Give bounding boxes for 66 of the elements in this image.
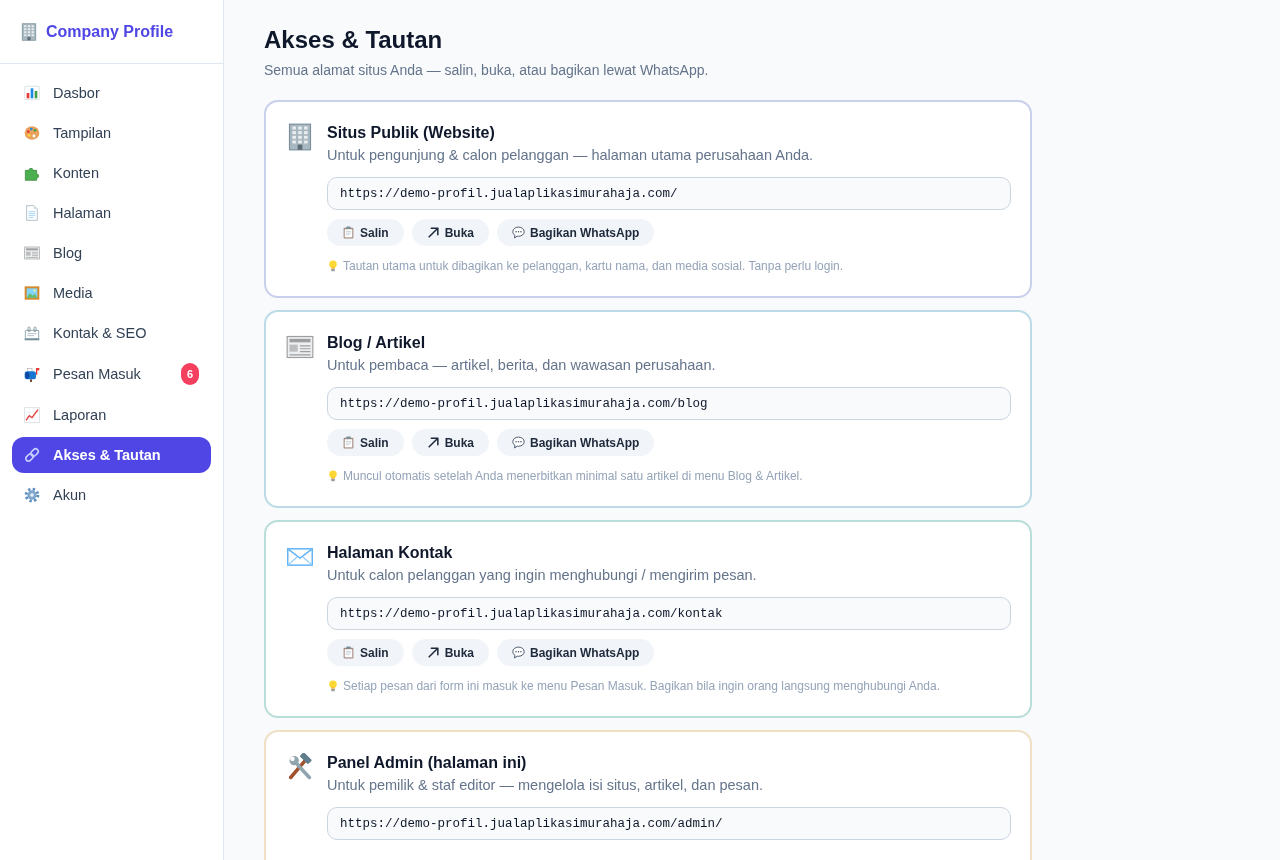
sidebar-nav-item[interactable]: Tampilan (12, 115, 211, 151)
framed-picture-icon (24, 285, 40, 301)
palette-icon (24, 125, 40, 141)
arrow-icon (426, 226, 440, 239)
light-bulb-icon (327, 260, 339, 272)
copy-button[interactable]: Salin (327, 429, 404, 456)
document-icon (24, 205, 40, 221)
office-building-icon (286, 123, 314, 151)
sidebar-nav-item[interactable]: Akses & Tautan (12, 437, 211, 473)
page-subtitle: Semua alamat situs Anda — salin, buka, atau bagikan lewat WhatsApp. (264, 61, 710, 80)
clipboard-icon (342, 226, 355, 239)
share-whatsapp-button[interactable]: Bagikan WhatsApp (497, 219, 655, 246)
open-button[interactable]: Buka (411, 639, 490, 666)
hint-text: Tautan utama untuk dibagikan ke pelanggan, kartu nama, dan media sosial. Tanpa perlu login. (343, 258, 844, 275)
line-chart-icon (24, 407, 40, 423)
sidebar-nav-item[interactable]: Laporan (12, 397, 211, 433)
mailbox-icon (24, 366, 40, 382)
page-title: Akses & Tautan (264, 25, 444, 55)
app-brand-name: Company Profile (46, 21, 174, 42)
sidebar-nav-item[interactable]: Konten (12, 155, 211, 191)
url-field[interactable]: https://demo-profil.jualaplikasimurahaja.com/kontak (327, 597, 1011, 630)
light-bulb-icon (327, 680, 339, 692)
url-field[interactable]: https://demo-profil.jualaplikasimurahaja.com/admin/ (327, 807, 1011, 840)
settings-icon (24, 487, 40, 503)
hint-text: Muncul otomatis setelah Anda menerbitkan minimal satu artikel di menu Blog & Artikel. (343, 468, 803, 485)
share-whatsapp-button[interactable]: Bagikan WhatsApp (497, 429, 655, 456)
card-title: Blog / Artikel (327, 333, 427, 353)
newspaper-icon (286, 333, 314, 361)
clipboard-icon (342, 436, 355, 449)
card-description: Untuk pembaca — artikel, berita, dan wawasan perusahaan. (327, 356, 717, 375)
arrow-icon (426, 646, 440, 659)
link-icon (24, 447, 40, 463)
card-title: Halaman Kontak (327, 543, 454, 563)
sidebar-nav-item[interactable]: Dasbor (12, 75, 211, 111)
speech-bubble-icon (512, 226, 526, 239)
arrow-icon (426, 436, 440, 449)
open-button[interactable]: Buka (411, 429, 490, 456)
unread-count-badge: 6 (181, 363, 199, 385)
speech-bubble-icon (512, 436, 526, 449)
light-bulb-icon (327, 470, 339, 482)
url-field[interactable]: https://demo-profil.jualaplikasimurahaja.com/ (327, 177, 1011, 210)
copy-button[interactable]: Salin (327, 219, 404, 246)
card-index-icon (24, 325, 40, 341)
sidebar-nav-item[interactable]: Akun (12, 477, 211, 513)
card-title: Situs Publik (Website) (327, 123, 496, 143)
newspaper-icon (24, 245, 40, 261)
sidebar-nav-item[interactable]: Halaman (12, 195, 211, 231)
sidebar-nav-item[interactable]: Blog (12, 235, 211, 271)
url-field[interactable]: https://demo-profil.jualaplikasimurahaja.com/blog (327, 387, 1011, 420)
puzzle-piece-icon (24, 165, 40, 181)
hint-text: Setiap pesan dari form ini masuk ke menu Pesan Masuk. Bagikan bila ingin orang langsung menghubungi Anda. (343, 678, 941, 695)
office-building-icon (20, 22, 38, 41)
clipboard-icon (342, 646, 355, 659)
sidebar-nav-item[interactable]: Kontak & SEO (12, 315, 211, 351)
hammer-wrench-icon (286, 753, 314, 781)
share-whatsapp-button[interactable]: Bagikan WhatsApp (497, 639, 655, 666)
sidebar-nav-item[interactable]: Media (12, 275, 211, 311)
card-description: Untuk pengunjung & calon pelanggan — halaman utama perusahaan Anda. (327, 146, 815, 165)
copy-button[interactable]: Salin (327, 639, 404, 666)
card-description: Untuk pemilik & staf editor — mengelola isi situs, artikel, dan pesan. (327, 776, 764, 795)
sidebar-nav-item[interactable]: Pesan Masuk 6 (12, 355, 211, 393)
speech-bubble-icon (512, 646, 526, 659)
open-button[interactable]: Buka (411, 219, 490, 246)
card-title: Panel Admin (halaman ini) (327, 753, 528, 773)
card-description: Untuk calon pelanggan yang ingin menghubungi / mengirim pesan. (327, 566, 758, 585)
bar-chart-icon (24, 85, 40, 101)
